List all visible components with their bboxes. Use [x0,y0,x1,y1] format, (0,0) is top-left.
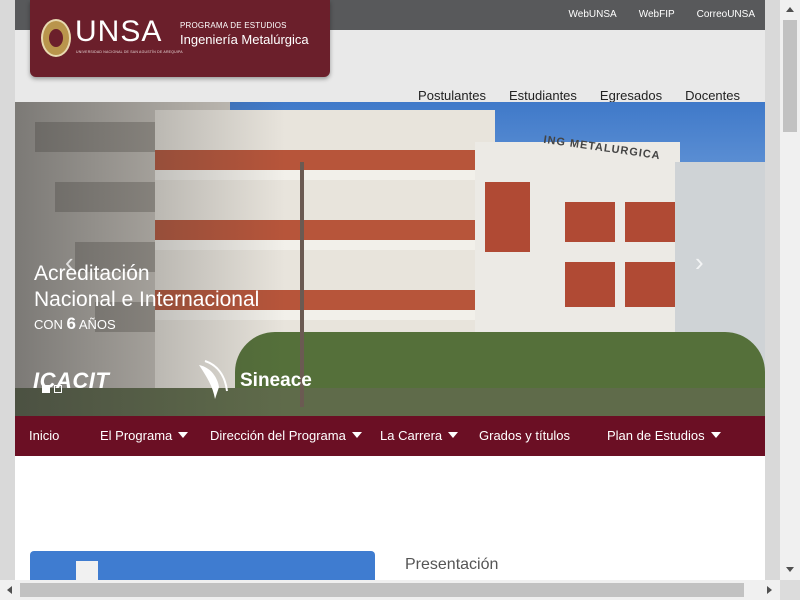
carousel-next-icon[interactable]: › [695,249,715,275]
menu-la-carrera[interactable]: La Carrera [380,428,459,443]
hero-title-line1: Acreditación [34,262,150,285]
years-number: 6 [66,314,76,333]
menu-inicio[interactable]: Inicio [29,428,59,443]
brand-name: UNSA [75,15,163,48]
scrollbar-corner [780,580,800,600]
nav-egresados[interactable]: Egresados [600,88,662,103]
browser-viewport: WebUNSA WebFIP CorreoUNSA Postulantes Es… [0,0,780,580]
section-title: Presentación [405,556,499,573]
menu-direccion[interactable]: Dirección del Programa [210,428,362,443]
sineace-bird-icon [199,360,228,399]
link-webfip[interactable]: WebFIP [639,9,675,20]
main-nav: Postulantes Estudiantes Egresados Docent… [418,88,740,103]
caret-down-icon [178,432,189,438]
carousel-dot-2[interactable] [54,385,62,393]
university-seal-icon [41,19,71,57]
hero-carousel: ING METALURGICA Acreditación Nacional e … [15,102,765,416]
carousel-indicators [42,385,62,393]
hero-subtitle: CON 6 AÑOS [34,314,116,333]
sineace-logo: Sineace [240,370,312,391]
menu-el-programa[interactable]: El Programa [100,428,189,443]
vertical-scroll-thumb[interactable] [783,20,797,132]
horizontal-scroll-thumb[interactable] [20,583,744,597]
link-correounsa[interactable]: CorreoUNSA [697,9,755,20]
main-menu: Inicio El Programa Dirección del Program… [15,416,765,456]
menu-plan-estudios[interactable]: Plan de Estudios [607,428,721,443]
utility-links: WebUNSA WebFIP CorreoUNSA [569,9,755,20]
brand-subtitle: UNIVERSIDAD NACIONAL DE SAN AGUSTÍN DE A… [76,50,183,54]
caret-down-icon [710,432,721,438]
carousel-prev-icon[interactable]: ‹ [65,249,85,275]
scroll-up-icon[interactable] [786,7,794,12]
program-label: PROGRAMA DE ESTUDIOS [180,21,287,30]
horizontal-scrollbar[interactable] [0,580,780,600]
program-name: Ingeniería Metalúrgica [180,32,309,47]
carousel-dot-1[interactable] [42,385,50,393]
menu-grados[interactable]: Grados y títulos [479,428,570,443]
nav-docentes[interactable]: Docentes [685,88,740,103]
scroll-right-icon[interactable] [767,586,772,594]
nav-postulantes[interactable]: Postulantes [418,88,486,103]
caret-down-icon [351,432,362,438]
scroll-down-icon[interactable] [786,567,794,572]
nav-estudiantes[interactable]: Estudiantes [509,88,577,103]
caret-down-icon [448,432,459,438]
hero-title-line2: Nacional e Internacional [34,288,260,311]
scroll-left-icon[interactable] [7,586,12,594]
vertical-scrollbar[interactable] [780,0,800,580]
link-webunsa[interactable]: WebUNSA [569,9,617,20]
site-logo[interactable]: UNSA UNIVERSIDAD NACIONAL DE SAN AGUSTÍN… [30,0,330,77]
site-content: WebUNSA WebFIP CorreoUNSA Postulantes Es… [15,0,765,580]
presentation-image [30,551,375,580]
